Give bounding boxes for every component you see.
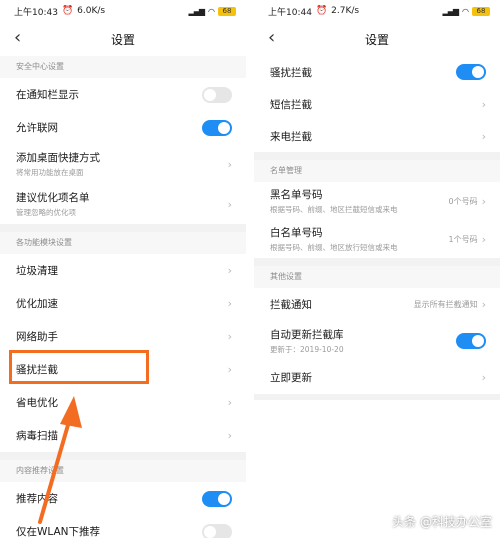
- row-title: 骚扰拦截: [270, 66, 312, 79]
- status-time: 上午10:44: [268, 7, 312, 18]
- row-subtitle: 将常用功能放在桌面: [16, 168, 84, 177]
- chevron-right-icon: ›: [227, 197, 232, 211]
- row-allow-network[interactable]: 允许联网: [0, 111, 246, 144]
- status-bar: 上午10:44 ⏰ 2.7K/s ▂▄▆ ◠ 68: [254, 0, 500, 22]
- title-bar: ‹ 设置: [254, 22, 500, 56]
- watermark: 头条 @科技办公室: [392, 513, 492, 530]
- row-title: 优化加速: [16, 298, 58, 310]
- chevron-right-icon: ›: [227, 264, 232, 277]
- title-bar: ‹ 设置: [0, 22, 246, 56]
- section-header: 其他设置: [254, 266, 500, 288]
- row-optimization-list[interactable]: 建议优化项名单 管理忽略的优化项 ›: [0, 184, 246, 224]
- page-title: 设置: [364, 32, 389, 47]
- chevron-right-icon: ›: [481, 194, 486, 208]
- left-screen: 上午10:43 ⏰ 6.0K/s ▂▄▆ ◠ 68 ‹ 设置 安全中心设置 在通…: [0, 0, 246, 538]
- row-title: 病毒扫描: [16, 430, 58, 442]
- row-update-now[interactable]: 立即更新 ›: [254, 361, 500, 394]
- chevron-right-icon: ›: [481, 298, 486, 311]
- row-sms-block[interactable]: 短信拦截 ›: [254, 88, 500, 120]
- row-subtitle: 根据号码、前缀、地区拦截短信或来电: [270, 205, 398, 214]
- row-title: 在通知栏显示: [16, 89, 79, 101]
- toggle-show-in-notification[interactable]: [202, 86, 232, 103]
- row-title: 白名单号码: [270, 227, 323, 239]
- watermark-text: 头条 @科技办公室: [392, 515, 492, 529]
- row-value: 0个号码: [448, 196, 478, 206]
- chevron-right-icon: ›: [481, 371, 486, 384]
- row-title: 省电优化: [16, 397, 58, 409]
- right-screen: 上午10:44 ⏰ 2.7K/s ▂▄▆ ◠ 68 ‹ 设置 骚扰拦截 短信拦截…: [254, 0, 500, 400]
- row-whitelist[interactable]: 白名单号码 根据号码、前缀、地区放行短信或来电 1个号码 ›: [254, 220, 500, 258]
- row-title: 自动更新拦截库: [270, 329, 344, 341]
- row-title: 网络助手: [16, 331, 58, 343]
- row-call-block[interactable]: 来电拦截 ›: [254, 120, 500, 152]
- alarm-icon: ⏰: [315, 6, 328, 16]
- status-time: 上午10:43: [14, 7, 58, 18]
- section-header: 内容推荐设置: [0, 460, 246, 482]
- toggle-spam-block[interactable]: [456, 64, 486, 80]
- row-network-assistant[interactable]: 网络助手 ›: [0, 320, 246, 353]
- row-title: 建议优化项名单: [16, 192, 90, 204]
- row-value: 1个号码: [448, 234, 478, 244]
- row-subtitle: 根据号码、前缀、地区放行短信或来电: [270, 243, 398, 252]
- alarm-icon: ⏰: [61, 6, 74, 16]
- row-blacklist[interactable]: 黑名单号码 根据号码、前缀、地区拦截短信或来电 0个号码 ›: [254, 182, 500, 220]
- row-wlan-only[interactable]: 仅在WLAN下推荐: [0, 515, 246, 538]
- row-title: 骚扰拦截: [16, 364, 58, 376]
- row-title: 拦截通知: [270, 299, 312, 311]
- row-title: 短信拦截: [270, 98, 312, 111]
- battery-icon: 68: [218, 6, 236, 16]
- row-battery-saver[interactable]: 省电优化 ›: [0, 386, 246, 419]
- status-bar: 上午10:43 ⏰ 6.0K/s ▂▄▆ ◠ 68: [0, 0, 246, 22]
- row-subtitle: 管理忽略的优化项: [16, 208, 76, 217]
- row-virus-scan[interactable]: 病毒扫描 ›: [0, 419, 246, 452]
- section-header: 安全中心设置: [0, 56, 246, 78]
- row-title: 仅在WLAN下推荐: [16, 526, 101, 538]
- row-block-notification[interactable]: 拦截通知 显示所有拦截通知 ›: [254, 288, 500, 321]
- row-add-shortcut[interactable]: 添加桌面快捷方式 将常用功能放在桌面 ›: [0, 144, 246, 184]
- chevron-right-icon: ›: [481, 129, 486, 143]
- row-speed-boost[interactable]: 优化加速 ›: [0, 287, 246, 320]
- row-title: 添加桌面快捷方式: [16, 152, 100, 164]
- page-title: 设置: [110, 32, 135, 47]
- row-recommend-content[interactable]: 推荐内容: [0, 482, 246, 515]
- row-title: 来电拦截: [270, 130, 312, 143]
- chevron-right-icon: ›: [227, 157, 232, 171]
- row-show-in-notification[interactable]: 在通知栏显示: [0, 78, 246, 111]
- row-title: 黑名单号码: [270, 189, 323, 201]
- toggle-wlan-only[interactable]: [202, 523, 232, 538]
- row-spam-block[interactable]: 骚扰拦截 ›: [0, 353, 246, 386]
- back-icon[interactable]: ‹: [268, 29, 275, 47]
- wifi-icon: ◠: [208, 6, 215, 16]
- wifi-icon: ◠: [462, 6, 469, 16]
- row-junk-cleanup[interactable]: 垃圾清理 ›: [0, 254, 246, 287]
- row-subtitle: 更新于：2019-10-20: [270, 345, 344, 354]
- chevron-right-icon: ›: [481, 232, 486, 246]
- chevron-right-icon: ›: [227, 330, 232, 343]
- signal-icon: ▂▄▆: [188, 6, 206, 16]
- row-auto-update-library[interactable]: 自动更新拦截库 更新于：2019-10-20: [254, 321, 500, 361]
- net-speed: 6.0K/s: [77, 6, 106, 16]
- section-header: 名单管理: [254, 160, 500, 182]
- toggle-auto-update[interactable]: [456, 333, 486, 349]
- row-title: 允许联网: [16, 122, 58, 134]
- row-title: 垃圾清理: [16, 265, 58, 277]
- chevron-right-icon: ›: [227, 396, 232, 409]
- battery-icon: 68: [472, 6, 490, 16]
- net-speed: 2.7K/s: [331, 6, 360, 16]
- chevron-right-icon: ›: [227, 363, 232, 376]
- section-header: 各功能模块设置: [0, 232, 246, 254]
- row-value: 显示所有拦截通知: [413, 300, 478, 309]
- back-icon[interactable]: ‹: [14, 29, 21, 47]
- chevron-right-icon: ›: [481, 97, 486, 111]
- chevron-right-icon: ›: [227, 297, 232, 310]
- signal-icon: ▂▄▆: [442, 6, 460, 16]
- toggle-allow-network[interactable]: [202, 119, 232, 136]
- row-title: 推荐内容: [16, 493, 58, 505]
- row-spam-block-master[interactable]: 骚扰拦截: [254, 56, 500, 88]
- chevron-right-icon: ›: [227, 429, 232, 442]
- toggle-recommend-content[interactable]: [202, 490, 232, 507]
- row-title: 立即更新: [270, 372, 312, 384]
